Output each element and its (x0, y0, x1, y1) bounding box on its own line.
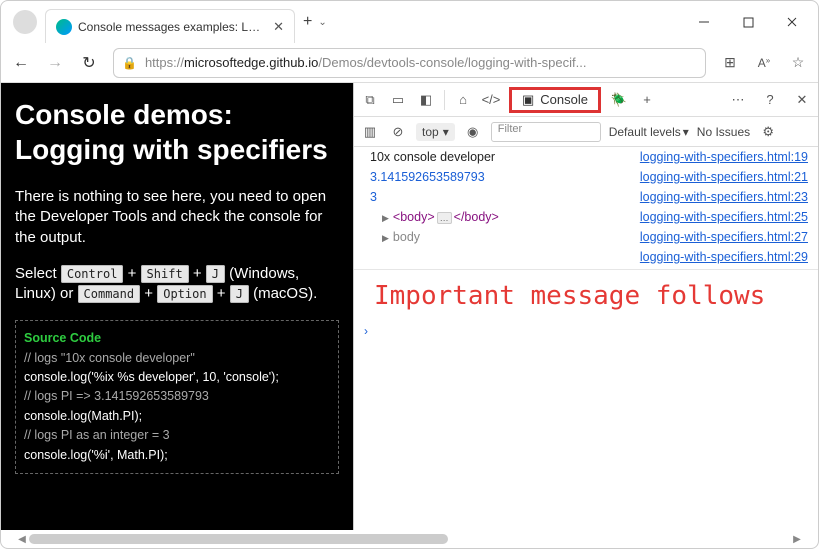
console-row: 3logging-with-specifiers.html:23 (354, 187, 818, 207)
clear-console-icon[interactable]: ⊘ (388, 124, 408, 140)
devtools-panel: ⧉ ▭ ◧ ⌂ </> ▣ Console 🪲 + ⋯ ? ✕ ▥ ⊘ top▾… (353, 83, 818, 530)
forward-button[interactable]: → (45, 53, 65, 73)
url-text: https://microsoftedge.github.io/Demos/de… (145, 55, 587, 70)
styled-console-message: Important message follows (354, 272, 818, 316)
window-minimize-button[interactable] (682, 7, 726, 37)
console-row: 3.141592653589793logging-with-specifiers… (354, 167, 818, 187)
tab-overflow-icon[interactable]: ⌄ (318, 17, 326, 28)
kbd-command: Command (78, 285, 141, 303)
console-row: 10x console developerlogging-with-specif… (354, 147, 818, 167)
source-link[interactable]: logging-with-specifiers.html:23 (640, 190, 808, 204)
inspect-icon[interactable]: ⧉ (360, 92, 380, 108)
tab-console[interactable]: ▣ Console (509, 87, 601, 113)
window-close-button[interactable] (770, 7, 814, 37)
expand-icon[interactable]: ▶ (382, 213, 389, 223)
browser-tab[interactable]: Console messages examples: Log... ✕ (45, 9, 295, 43)
read-aloud-icon[interactable]: A» (754, 56, 774, 70)
page-heading: Console demos: Logging with specifiers (15, 97, 339, 167)
source-link[interactable]: logging-with-specifiers.html:21 (640, 170, 808, 184)
console-settings-icon[interactable]: ⚙ (758, 124, 778, 140)
console-row: logging-with-specifiers.html:29 (354, 247, 818, 267)
console-icon: ▣ (522, 92, 534, 108)
tab-title: Console messages examples: Log... (78, 20, 265, 34)
scroll-left-icon[interactable]: ◀ (15, 534, 29, 545)
scroll-right-icon[interactable]: ▶ (790, 534, 804, 545)
kbd-j: J (206, 265, 225, 283)
log-levels-selector[interactable]: Default levels▾ (609, 125, 689, 139)
kbd-option: Option (157, 285, 212, 303)
app-icon[interactable]: ⊞ (720, 54, 740, 71)
devtools-tabbar: ⧉ ▭ ◧ ⌂ </> ▣ Console 🪲 + ⋯ ? ✕ (354, 83, 818, 117)
profile-avatar[interactable] (13, 10, 37, 34)
console-output: 10x console developerlogging-with-specif… (354, 147, 818, 530)
source-code-box: Source Code // logs "10x console develop… (15, 320, 339, 474)
browser-titlebar: Console messages examples: Log... ✕ + ⌄ (1, 1, 818, 43)
welcome-icon[interactable]: ⌂ (453, 92, 473, 107)
window-maximize-button[interactable] (726, 7, 770, 37)
live-expression-icon[interactable]: ◉ (463, 124, 483, 140)
page-content: Console demos: Logging with specifiers T… (1, 83, 353, 530)
source-link[interactable]: logging-with-specifiers.html:27 (640, 230, 808, 244)
lock-icon: 🔒 (122, 56, 137, 70)
elements-icon[interactable]: </> (481, 92, 501, 107)
refresh-button[interactable]: ↻ (79, 53, 99, 73)
more-tabs-button[interactable]: + (637, 92, 657, 107)
sidebar-toggle-icon[interactable]: ▥ (360, 124, 380, 140)
console-prompt[interactable]: › (354, 316, 818, 346)
scrollbar-thumb[interactable] (29, 534, 448, 544)
source-link[interactable]: logging-with-specifiers.html:25 (640, 210, 808, 224)
expand-icon[interactable]: ▶ (382, 233, 389, 243)
console-row: ▶bodylogging-with-specifiers.html:27 (354, 227, 818, 247)
filter-input[interactable]: Filter (491, 122, 601, 142)
console-row: ▶<body>…</body>logging-with-specifiers.h… (354, 207, 818, 227)
dock-icon[interactable]: ◧ (416, 92, 436, 108)
help-icon[interactable]: ? (760, 92, 780, 107)
devtools-close-button[interactable]: ✕ (792, 92, 812, 108)
kbd-j-2: J (230, 285, 249, 303)
horizontal-scrollbar[interactable]: ◀ ▶ (15, 532, 804, 546)
favorite-button[interactable]: ☆ (788, 54, 808, 71)
device-icon[interactable]: ▭ (388, 92, 408, 108)
back-button[interactable]: ← (11, 53, 31, 73)
new-tab-button[interactable]: + (303, 13, 312, 31)
code-header: Source Code (24, 329, 330, 348)
close-tab-icon[interactable]: ✕ (273, 19, 284, 35)
page-instructions: Select Control + Shift + J (Windows, Lin… (15, 264, 339, 305)
browser-toolbar: ← → ↻ 🔒 https://microsoftedge.github.io/… (1, 43, 818, 83)
kbd-shift: Shift (141, 265, 189, 283)
issues-label[interactable]: No Issues (697, 125, 750, 139)
source-link[interactable]: logging-with-specifiers.html:29 (640, 250, 808, 264)
address-bar[interactable]: 🔒 https://microsoftedge.github.io/Demos/… (113, 48, 706, 78)
debug-icon[interactable]: 🪲 (609, 92, 629, 108)
edge-favicon (56, 19, 72, 35)
context-selector[interactable]: top▾ (416, 123, 455, 141)
source-link[interactable]: logging-with-specifiers.html:19 (640, 150, 808, 164)
kbd-control: Control (61, 265, 124, 283)
overflow-menu-icon[interactable]: ⋯ (728, 92, 748, 108)
console-toolbar: ▥ ⊘ top▾ ◉ Filter Default levels▾ No Iss… (354, 117, 818, 147)
page-intro: There is nothing to see here, you need t… (15, 187, 339, 248)
